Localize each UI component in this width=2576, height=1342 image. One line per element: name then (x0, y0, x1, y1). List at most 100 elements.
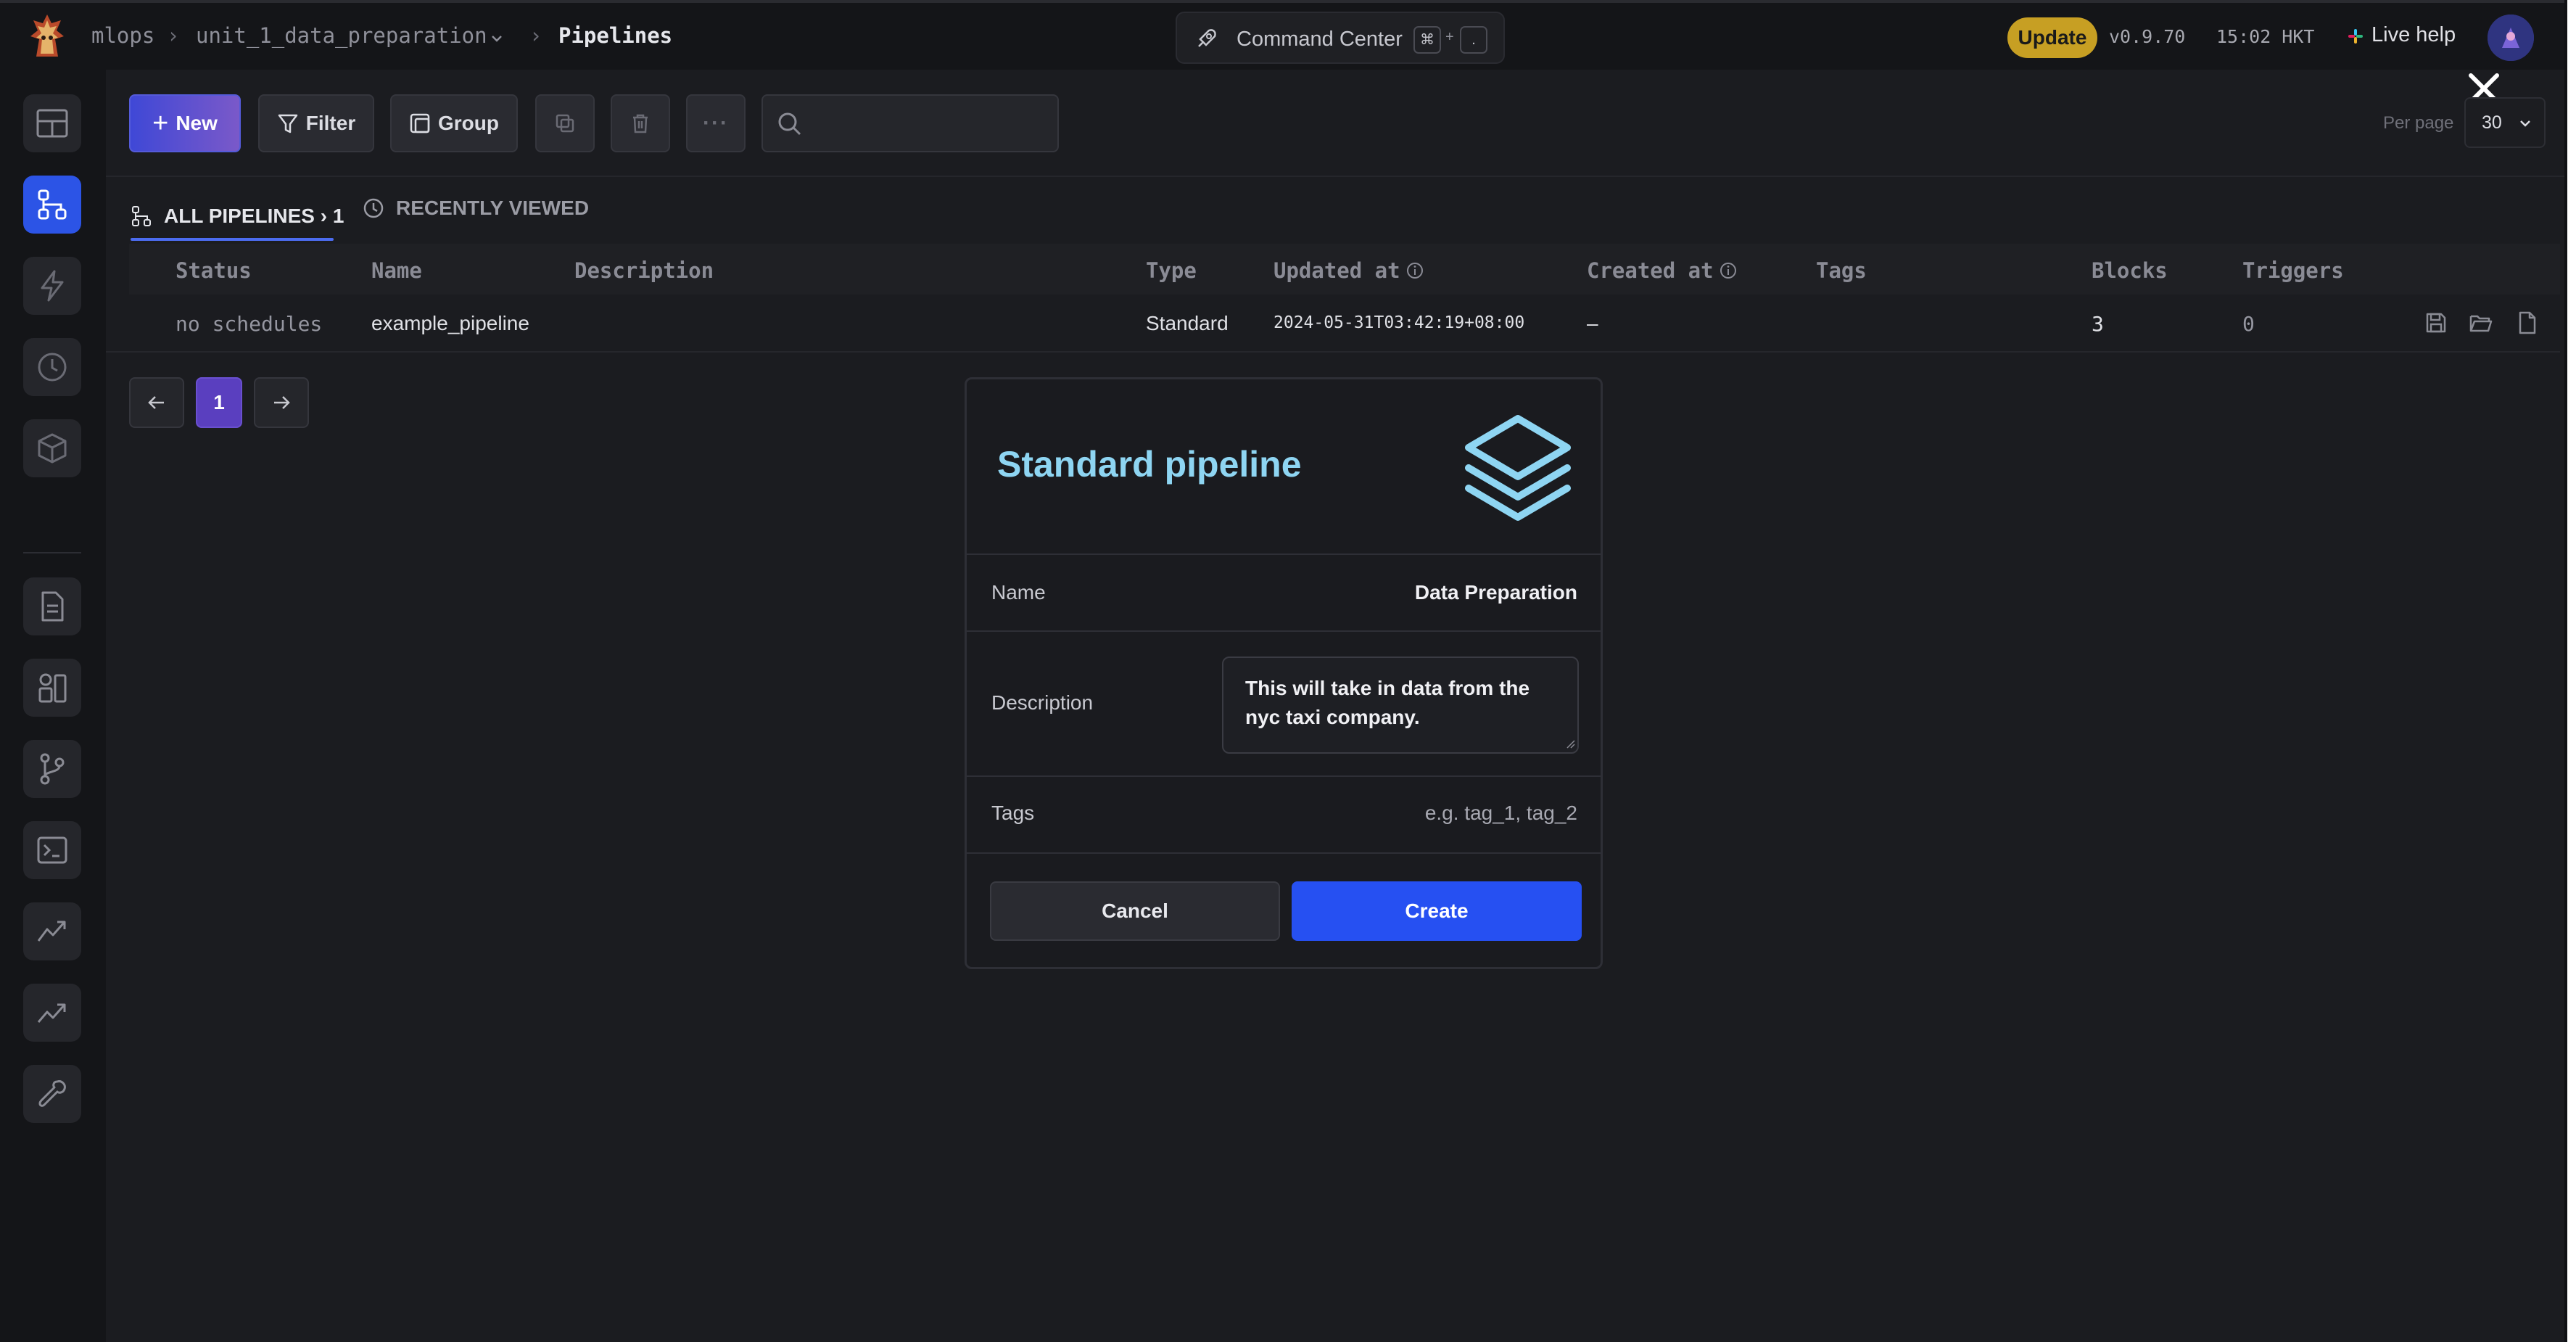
cube-icon (38, 433, 67, 464)
column-header-tags[interactable]: Tags (1816, 258, 1867, 283)
modal-divider (967, 630, 1601, 632)
clock-icon (363, 198, 384, 218)
sidebar-item-runs[interactable] (23, 338, 81, 396)
active-tab-indicator (131, 238, 334, 241)
templates-icon (38, 673, 67, 703)
column-header-name[interactable]: Name (371, 258, 422, 283)
pipeline-icon (38, 189, 67, 220)
ellipsis-icon: ··· (703, 111, 729, 135)
table-header: Status Name Description Type Updated at … (129, 244, 2560, 295)
sidebar-item-terminal[interactable] (23, 821, 81, 879)
shortcut-plus: + (1445, 29, 1454, 45)
arrow-right-icon (274, 396, 290, 409)
sidebar (0, 70, 106, 1342)
tab-all-pipelines[interactable]: ALL PIPELINES › 1 (131, 190, 344, 242)
command-center-button[interactable]: Command Center ⌘ + . (1176, 12, 1505, 64)
name-field[interactable]: Data Preparation (1415, 581, 1577, 604)
row-type: Standard (1146, 312, 1229, 334)
create-button[interactable]: Create (1292, 881, 1582, 941)
sidebar-item-dashboard[interactable] (23, 94, 81, 152)
pagination-page-button[interactable]: 1 (196, 377, 242, 428)
sidebar-item-global-data-products[interactable] (23, 419, 81, 477)
breadcrumb-project[interactable]: mlops (91, 23, 154, 48)
row-created-at: – (1587, 312, 1598, 334)
sidebar-divider (23, 552, 81, 553)
slack-icon (2348, 29, 2363, 44)
clock-label: 15:02 HKT (2216, 26, 2315, 47)
plus-icon: + (152, 108, 169, 139)
group-button-label: Group (438, 112, 499, 134)
sidebar-item-version-control[interactable] (23, 740, 81, 798)
file-icon[interactable] (2515, 310, 2540, 335)
modal-divider (967, 775, 1601, 777)
search-icon (778, 112, 801, 136)
new-button-label: New (176, 112, 218, 134)
tab-recently-viewed-label: RECENTLY VIEWED (396, 197, 590, 219)
more-actions-button[interactable]: ··· (686, 94, 746, 152)
column-header-created-at[interactable]: Created at (1587, 258, 1714, 283)
mage-logo-icon[interactable] (28, 13, 67, 59)
shortcut-key-cmd: ⌘ (1413, 26, 1441, 54)
row-triggers: 0 (2242, 312, 2255, 336)
tab-all-pipelines-label: ALL PIPELINES › 1 (164, 205, 344, 227)
sidebar-item-files[interactable] (23, 577, 81, 635)
save-icon[interactable] (2424, 310, 2448, 335)
info-icon[interactable] (1405, 261, 1424, 280)
command-center-label: Command Center (1237, 28, 1403, 51)
trash-icon (633, 114, 648, 133)
breadcrumb-current-page: Pipelines (558, 23, 673, 48)
pipeline-icon (132, 206, 151, 226)
search-input[interactable] (761, 94, 1059, 152)
filter-button[interactable]: Filter (258, 94, 374, 152)
filter-icon (278, 114, 298, 133)
sidebar-item-settings[interactable] (23, 1065, 81, 1123)
git-branch-icon (40, 753, 65, 785)
row-updated-at: 2024-05-31T03:42:19+08:00 (1273, 313, 1525, 332)
column-header-triggers[interactable]: Triggers (2242, 258, 2344, 283)
clone-button[interactable] (535, 94, 595, 152)
resize-handle-icon[interactable] (1566, 739, 1576, 749)
row-name[interactable]: example_pipeline (371, 312, 529, 335)
table-row[interactable]: no schedules example_pipeline Standard 2… (106, 295, 2560, 353)
avatar[interactable] (2488, 15, 2534, 61)
per-page-select[interactable]: 30 (2464, 97, 2546, 148)
pagination-next-button[interactable] (254, 377, 309, 428)
toolbar-divider (106, 176, 2576, 177)
info-icon[interactable] (1719, 261, 1738, 280)
folder-open-icon[interactable] (2469, 310, 2493, 335)
update-button[interactable]: Update (2007, 17, 2097, 58)
version-label: v0.9.70 (2109, 26, 2186, 47)
column-header-status[interactable]: Status (176, 258, 252, 283)
clock-icon (38, 353, 67, 382)
row-blocks: 3 (2092, 312, 2104, 336)
modal-divider (967, 553, 1601, 555)
rocket-icon (1198, 29, 1216, 47)
chevron-down-icon (2520, 120, 2530, 127)
live-help-link[interactable]: Live help (2371, 23, 2456, 47)
top-bar: mlops › unit_1_data_preparation › Pipeli… (0, 0, 2576, 70)
tab-recently-viewed[interactable]: RECENTLY VIEWED (363, 190, 589, 226)
pagination-prev-button[interactable] (129, 377, 184, 428)
layout-icon (36, 109, 68, 138)
modal-title: Standard pipeline (997, 444, 1302, 485)
delete-button[interactable] (611, 94, 670, 152)
description-label: Description (991, 691, 1094, 714)
sidebar-item-overview[interactable] (23, 984, 81, 1042)
chevron-down-icon[interactable] (489, 30, 505, 46)
column-header-description[interactable]: Description (574, 258, 714, 283)
cancel-button[interactable]: Cancel (990, 881, 1280, 941)
column-header-type[interactable]: Type (1146, 258, 1197, 283)
tags-input[interactable]: e.g. tag_1, tag_2 (1425, 802, 1577, 825)
group-button[interactable]: Group (390, 94, 518, 152)
new-pipeline-button[interactable]: + New (129, 94, 241, 152)
column-header-updated-at[interactable]: Updated at (1273, 258, 1400, 283)
description-textarea[interactable]: This will take in data from the nyc taxi… (1222, 656, 1579, 754)
breadcrumb-branch[interactable]: unit_1_data_preparation (196, 23, 487, 48)
sidebar-item-monitoring[interactable] (23, 902, 81, 960)
per-page-value: 30 (2482, 112, 2502, 133)
sidebar-item-pipelines[interactable] (23, 176, 81, 234)
lightning-icon (41, 270, 64, 302)
sidebar-item-templates[interactable] (23, 659, 81, 717)
sidebar-item-triggers[interactable] (23, 257, 81, 315)
column-header-blocks[interactable]: Blocks (2092, 258, 2168, 283)
